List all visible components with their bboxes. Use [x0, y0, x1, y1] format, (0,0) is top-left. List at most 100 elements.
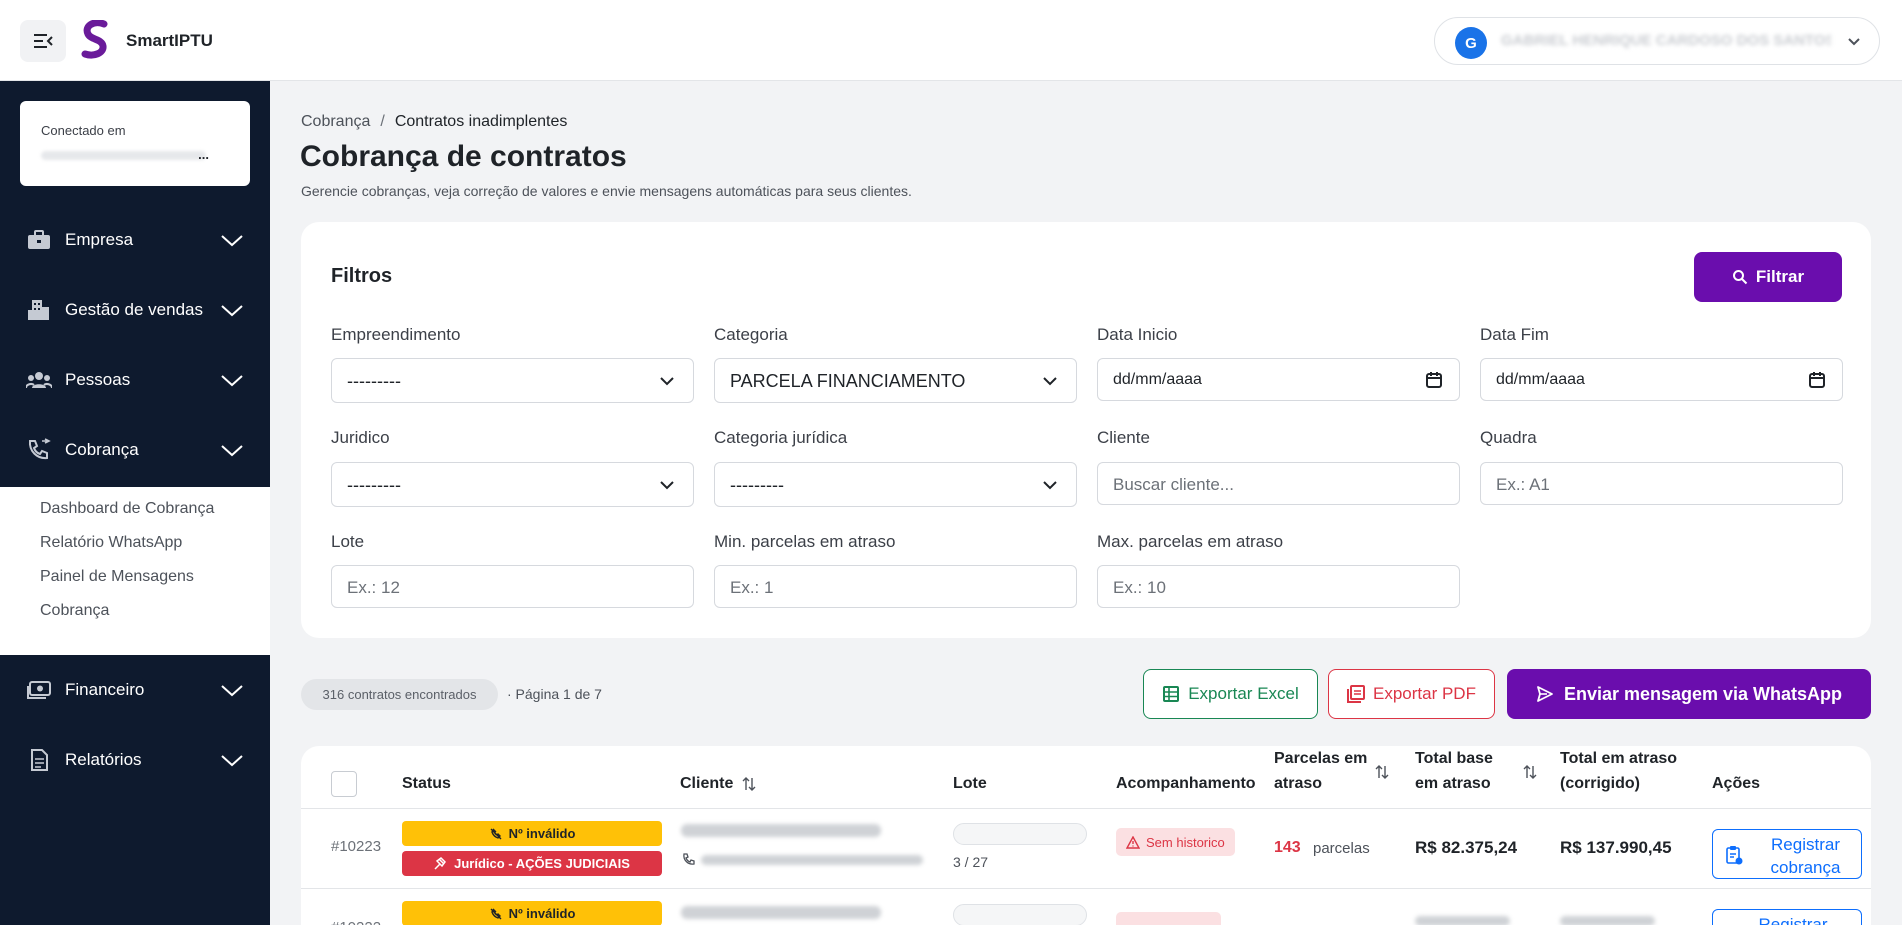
- user-menu[interactable]: G GABRIEL HENRIQUE CARDOSO DOS SANTOS: [1434, 17, 1880, 65]
- lote-number: 3 / 27: [953, 854, 989, 870]
- sidebar-item-relatorios[interactable]: Relatórios: [0, 734, 270, 786]
- empreendimento-select[interactable]: ---------: [331, 358, 694, 403]
- data-fim-input[interactable]: dd/mm/aaaa: [1480, 358, 1843, 401]
- redacted-total-overdue: [1560, 916, 1655, 925]
- column-header-lote: Lote: [953, 775, 987, 792]
- submenu-item-cobranca[interactable]: Cobrança: [40, 602, 109, 620]
- menu-collapse-icon: [34, 34, 53, 48]
- acompanhamento-badge: [1116, 912, 1221, 925]
- brand-name: SmartIPTU: [126, 31, 213, 50]
- lote-chip: [953, 823, 1087, 845]
- calendar-icon[interactable]: [1425, 371, 1443, 389]
- juridico-select[interactable]: ---------: [331, 462, 694, 507]
- quadra-input[interactable]: Ex.: A1: [1480, 462, 1843, 505]
- sort-icon[interactable]: [742, 776, 756, 792]
- gavel-icon: [434, 856, 447, 870]
- connected-label: Conectado em: [41, 123, 126, 138]
- breadcrumb-current: Contratos inadimplentes: [394, 113, 568, 130]
- export-pdf-button[interactable]: Exportar PDF: [1328, 669, 1495, 719]
- register-collection-button[interactable]: Registrar: [1712, 909, 1862, 925]
- submenu-item-relatorio-whatsapp[interactable]: Relatório WhatsApp: [40, 534, 182, 552]
- categoria-select[interactable]: PARCELA FINANCIAMENTO: [714, 358, 1077, 403]
- status-badge: Nº inválido: [402, 821, 662, 846]
- sidebar-item-financeiro[interactable]: Financeiro: [0, 664, 270, 716]
- export-pdf-label: Exportar PDF: [1373, 684, 1476, 703]
- search-icon: [1732, 270, 1748, 285]
- empreendimento-value: ---------: [347, 371, 401, 391]
- acompanhamento-badge: Sem historico: [1116, 828, 1235, 856]
- contracts-table: Status Cliente Lote Acompanhamento Parce…: [301, 746, 1871, 925]
- column-header-total-atraso: Total em atraso (corrigido): [1560, 746, 1677, 796]
- filter-button[interactable]: Filtrar: [1694, 252, 1842, 302]
- register-collection-label-line1: Registrar: [1771, 835, 1840, 854]
- avatar: G: [1455, 27, 1487, 59]
- results-count-badge: 316 contratos encontrados: [301, 679, 498, 710]
- phone-off-icon: [490, 907, 502, 919]
- categoria-label: Categoria: [714, 325, 788, 344]
- top-bar: SmartIPTU G GABRIEL HENRIQUE CARDOSO DOS…: [0, 0, 1902, 81]
- column-header-label: atraso: [1274, 775, 1323, 792]
- chevron-down-icon: [221, 755, 243, 767]
- contract-id[interactable]: #10222: [331, 919, 381, 925]
- contract-id[interactable]: #10223: [331, 838, 381, 855]
- data-inicio-input[interactable]: dd/mm/aaaa: [1097, 358, 1460, 401]
- acompanhamento-label: Sem historico: [1146, 834, 1225, 850]
- breadcrumb-parent[interactable]: Cobrança: [301, 113, 370, 130]
- redacted-total-base: [1415, 916, 1510, 925]
- column-header-status: Status: [402, 775, 451, 792]
- building-icon: [28, 300, 49, 320]
- column-header-acompanhamento: Acompanhamento: [1116, 775, 1256, 792]
- sidebar-item-label: Relatórios: [65, 750, 142, 769]
- min-parcelas-input[interactable]: Ex.: 1: [714, 565, 1077, 608]
- lote-chip: [953, 904, 1087, 925]
- column-header-total-base[interactable]: Total base em atraso: [1415, 746, 1493, 796]
- export-excel-label: Exportar Excel: [1188, 684, 1299, 703]
- connected-card: Conectado em ...: [20, 101, 250, 186]
- empreendimento-label: Empreendimento: [331, 325, 461, 344]
- lote-input[interactable]: Ex.: 12: [331, 565, 694, 608]
- connected-value: ...: [41, 147, 221, 162]
- select-all-checkbox[interactable]: [331, 771, 357, 797]
- column-header-parcelas[interactable]: Parcelas em atraso: [1274, 746, 1367, 796]
- sidebar-item-label: Pessoas: [65, 370, 131, 389]
- calendar-icon[interactable]: [1808, 371, 1826, 389]
- warning-icon: [1126, 835, 1140, 849]
- data-fim-label: Data Fim: [1480, 325, 1549, 344]
- menu-toggle-button[interactable]: [20, 20, 66, 62]
- legal-status-badge: Jurídico - AÇÕES JUDICIAIS: [402, 851, 662, 876]
- connected-ellipsis: ...: [198, 147, 209, 162]
- categoria-juridica-label: Categoria jurídica: [714, 428, 848, 447]
- max-parcelas-input[interactable]: Ex.: 10: [1097, 565, 1460, 608]
- chevron-down-icon: [660, 481, 674, 490]
- lote-placeholder: Ex.: 12: [347, 578, 400, 597]
- categoria-juridica-select[interactable]: ---------: [714, 462, 1077, 507]
- sort-icon[interactable]: [1375, 764, 1389, 780]
- sidebar-item-pessoas[interactable]: Pessoas: [0, 354, 270, 406]
- juridico-value: ---------: [347, 475, 401, 495]
- submenu-item-dashboard-cobranca[interactable]: Dashboard de Cobrança: [40, 500, 214, 518]
- export-excel-button[interactable]: Exportar Excel: [1143, 669, 1318, 719]
- sidebar-item-gestao-vendas[interactable]: Gestão de vendas: [0, 284, 270, 336]
- legal-status-label: Jurídico - AÇÕES JUDICIAIS: [454, 856, 630, 871]
- redacted-client-name: [681, 906, 881, 919]
- total-base-value: R$ 82.375,24: [1415, 838, 1518, 857]
- sort-icon[interactable]: [1523, 764, 1537, 780]
- clipboard-icon: [1726, 846, 1743, 865]
- chevron-down-icon: [221, 445, 243, 457]
- send-whatsapp-button[interactable]: Enviar mensagem via WhatsApp: [1507, 669, 1871, 719]
- redacted-client-phone: [701, 855, 923, 865]
- redacted-client-name: [681, 824, 881, 837]
- data-inicio-value: dd/mm/aaaa: [1113, 371, 1202, 388]
- filters-card: Filtros Filtrar Empreendimento ---------…: [301, 222, 1871, 638]
- chevron-down-icon: [660, 377, 674, 386]
- register-collection-label: Registrar cobrança: [1753, 833, 1858, 879]
- spreadsheet-icon: [1163, 686, 1180, 702]
- register-collection-button[interactable]: Registrar cobrança: [1712, 829, 1862, 879]
- sidebar-item-empresa[interactable]: Empresa: [0, 214, 270, 266]
- sidebar-item-cobranca[interactable]: Cobrança: [0, 424, 270, 476]
- column-header-cliente[interactable]: Cliente: [680, 771, 756, 796]
- status-badge-label: Nº inválido: [508, 826, 576, 841]
- cliente-search-input[interactable]: Buscar cliente...: [1097, 462, 1460, 505]
- smartiptu-logo-icon: [81, 20, 108, 59]
- submenu-item-painel-mensagens[interactable]: Painel de Mensagens: [40, 568, 194, 586]
